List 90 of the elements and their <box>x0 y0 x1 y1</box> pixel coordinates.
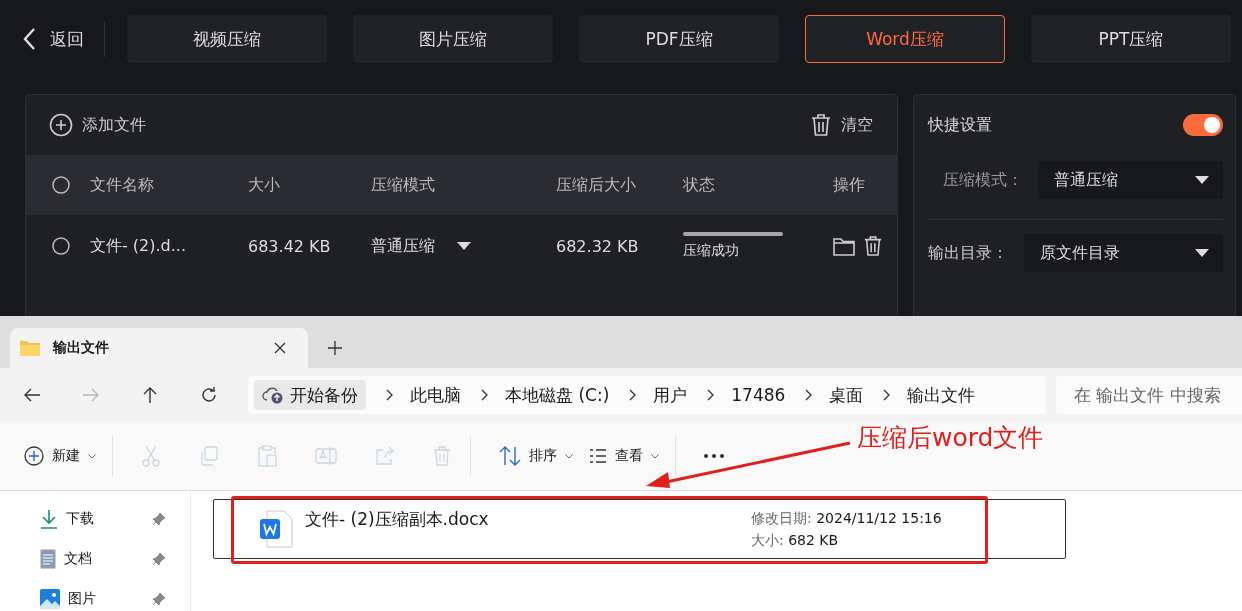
rename-icon <box>315 446 337 466</box>
chevron-down-icon <box>565 453 573 459</box>
breadcrumb-item[interactable]: 用户 <box>653 383 688 407</box>
file-size: 683.42 KB <box>248 236 332 256</box>
file-name: 文件- (2)压缩副本.docx <box>305 508 490 531</box>
column-header: 压缩后大小 <box>556 174 637 196</box>
sidebar-item[interactable]: 图片 <box>0 579 190 611</box>
sidebar-item[interactable]: 下载 <box>0 499 190 539</box>
pin-icon[interactable] <box>152 512 166 526</box>
column-header: 压缩模式 <box>371 174 436 196</box>
file-name: 文件- (2).d... <box>90 235 188 257</box>
chevron-right-icon <box>386 389 393 401</box>
sort-button[interactable]: 排序 <box>485 438 589 474</box>
chevron-right-icon <box>707 389 715 401</box>
annotation-text: 压缩后word文件 <box>857 422 1044 454</box>
add-file-button[interactable]: 添加文件 <box>49 113 146 137</box>
sidebar-item[interactable]: 文档 <box>0 539 190 579</box>
chevron-down-icon <box>651 453 659 459</box>
column-header: 大小 <box>248 174 281 196</box>
search-field[interactable]: 在 输出文件 中搜索 <box>1056 376 1242 414</box>
trash-icon <box>433 446 451 466</box>
row-radio[interactable] <box>52 237 70 255</box>
back-button[interactable]: 返回 <box>22 27 84 51</box>
folder-icon <box>20 340 40 356</box>
breadcrumb-item[interactable]: 桌面 <box>829 383 864 407</box>
download-icon <box>40 509 58 529</box>
caret-down-icon <box>457 242 471 250</box>
pin-icon[interactable] <box>152 592 166 606</box>
scissors-icon <box>141 445 161 467</box>
new-tab-icon[interactable] <box>328 341 342 355</box>
toggle-switch[interactable] <box>1183 114 1223 136</box>
document-icon <box>40 549 56 569</box>
modified-date: 修改日期: 2024/11/12 15:16 <box>751 510 942 528</box>
arrow-left-icon[interactable] <box>23 386 41 404</box>
mode-label: 压缩模式： <box>943 169 1023 191</box>
plus-circle-icon <box>24 446 44 466</box>
column-header: 操作 <box>833 174 866 196</box>
close-icon[interactable] <box>274 342 286 354</box>
radio-circle-icon <box>52 176 70 194</box>
output-label: 输出目录： <box>928 242 1008 264</box>
mode-select[interactable]: 普通压缩 <box>1038 161 1223 199</box>
folder-icon[interactable] <box>833 236 855 256</box>
tab-title: 输出文件 <box>53 339 110 357</box>
chevron-right-icon <box>805 389 813 401</box>
chevron-right-icon <box>481 389 488 401</box>
more-icon <box>704 454 724 458</box>
list-icon <box>589 448 607 464</box>
clear-button[interactable]: 清空 <box>810 113 873 137</box>
pin-icon[interactable] <box>152 552 166 566</box>
chevron-left-icon <box>22 27 36 51</box>
share-icon <box>375 446 395 466</box>
trash-icon[interactable] <box>863 235 883 257</box>
copy-icon <box>199 446 219 466</box>
chevron-down-icon <box>88 453 96 459</box>
compress-tab[interactable]: PPT压缩 <box>1031 15 1231 63</box>
clipboard-icon <box>257 445 277 467</box>
chevron-right-icon <box>883 389 891 401</box>
compressed-size: 682.32 KB <box>556 236 640 256</box>
caret-down-icon <box>1195 176 1209 184</box>
compress-tab[interactable]: PDF压缩 <box>579 15 779 63</box>
word-file-icon <box>259 510 293 548</box>
trash-icon <box>810 113 832 137</box>
cloud-upload-icon <box>262 386 284 404</box>
settings-title: 快捷设置 <box>928 114 992 136</box>
output-select[interactable]: 原文件目录 <box>1024 234 1223 272</box>
chevron-right-icon <box>629 389 637 401</box>
backup-button[interactable]: 开始备份 <box>254 380 366 410</box>
compress-tab[interactable]: 图片压缩 <box>353 15 553 63</box>
caret-down-icon <box>1195 249 1209 257</box>
sort-arrows-icon <box>499 446 521 466</box>
column-header: 状态 <box>683 174 716 196</box>
compress-tab[interactable]: Word压缩 <box>805 15 1005 63</box>
address-bar[interactable]: 开始备份 此电脑 本地磁盘 (C:) 用户 17486 桌面 输出文件 <box>248 376 1046 414</box>
view-button[interactable]: 查看 <box>589 438 675 474</box>
breadcrumb-item[interactable]: 17486 <box>731 385 786 405</box>
breadcrumb-item[interactable]: 本地磁盘 (C:) <box>505 383 610 407</box>
file-size: 大小: 682 KB <box>751 532 840 550</box>
compress-tab[interactable]: 视频压缩 <box>127 15 327 63</box>
status-text: 压缩成功 <box>683 242 740 260</box>
refresh-icon[interactable] <box>200 386 218 404</box>
breadcrumb-item[interactable]: 输出文件 <box>907 383 976 407</box>
column-header: 文件名称 <box>90 174 155 196</box>
breadcrumb-item[interactable]: 此电脑 <box>410 383 461 407</box>
explorer-tab[interactable]: 输出文件 <box>10 328 308 368</box>
new-button[interactable]: 新建 <box>24 438 112 474</box>
plus-circle-icon <box>49 113 73 137</box>
file-tile[interactable]: 文件- (2)压缩副本.docx 修改日期: 2024/11/12 15:16 大小: 682 KB <box>213 499 1066 559</box>
mode-dropdown[interactable]: 普通压缩 <box>371 235 471 257</box>
arrow-up-icon[interactable] <box>141 386 159 404</box>
back-label: 返回 <box>50 27 84 51</box>
